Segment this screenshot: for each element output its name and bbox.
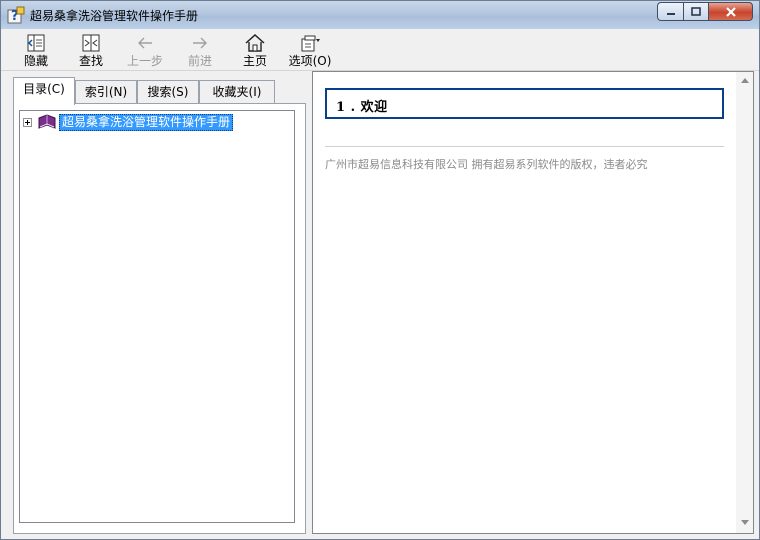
tab-index[interactable]: 索引(N)	[75, 80, 137, 104]
find-label: 查找	[78, 54, 103, 68]
hide-button[interactable]: 隐藏	[11, 33, 61, 69]
window-title: 超易桑拿洗浴管理软件操作手册	[30, 9, 199, 23]
back-label: 上一步	[126, 54, 163, 68]
title-bar[interactable]: ? 超易桑拿洗浴管理软件操作手册	[1, 1, 759, 29]
back-button[interactable]: 上一步	[120, 33, 170, 69]
help-window: ? 超易桑拿洗浴管理软件操作手册 隐藏 查找 上一步 前进 主页 选项(O) 目…	[0, 0, 760, 540]
tab-contents[interactable]: 目录(C)	[13, 77, 75, 105]
forward-label: 前进	[187, 54, 212, 68]
book-icon	[38, 114, 56, 129]
navigation-pane: 目录(C) 索引(N) 搜索(S) 收藏夹(I) 超易桑拿洗浴管理软件操作手册	[7, 73, 306, 534]
maximize-button[interactable]	[683, 2, 708, 21]
help-app-icon[interactable]: ?	[7, 6, 25, 24]
options-icon	[301, 35, 320, 52]
find-icon	[82, 34, 100, 52]
minimize-button[interactable]	[657, 2, 683, 21]
contents-tab-panel: 超易桑拿洗浴管理软件操作手册	[13, 103, 306, 534]
caption-buttons	[657, 2, 753, 21]
topic-heading: 1 . 欢迎	[336, 100, 388, 115]
hide-label: 隐藏	[23, 54, 48, 68]
tree-item-label[interactable]: 超易桑拿洗浴管理软件操作手册	[59, 113, 234, 131]
home-button[interactable]: 主页	[230, 33, 280, 69]
scroll-up-icon[interactable]	[741, 78, 749, 83]
copyright-text: 广州市超易信息科技有限公司 拥有超易系列软件的版权，违者必究	[325, 158, 648, 171]
minimize-icon	[666, 12, 675, 15]
find-button[interactable]: 查找	[66, 33, 116, 69]
toolbar: 隐藏 查找 上一步 前进 主页 选项(O)	[1, 29, 759, 71]
expand-icon[interactable]	[23, 117, 32, 127]
maximize-icon	[691, 6, 701, 16]
topic-content: 1 . 欢迎 广州市超易信息科技有限公司 拥有超易系列软件的版权，违者必究	[312, 71, 754, 534]
contents-tree[interactable]: 超易桑拿洗浴管理软件操作手册	[19, 110, 295, 523]
home-label: 主页	[242, 54, 267, 68]
close-button[interactable]	[708, 2, 753, 21]
options-button[interactable]: 选项(O)	[285, 33, 335, 69]
tree-item[interactable]: 超易桑拿洗浴管理软件操作手册	[23, 113, 234, 131]
hide-pane-icon	[27, 34, 45, 52]
scroll-down-icon[interactable]	[741, 520, 749, 525]
topic-heading-box: 1 . 欢迎	[325, 88, 724, 119]
tab-favorites[interactable]: 收藏夹(I)	[199, 80, 275, 104]
close-icon	[725, 6, 736, 17]
home-icon	[245, 33, 265, 52]
back-arrow-icon	[138, 37, 152, 49]
divider	[325, 146, 724, 147]
options-label: 选项(O)	[288, 54, 332, 68]
vertical-scrollbar[interactable]	[736, 72, 753, 533]
forward-button[interactable]: 前进	[175, 33, 225, 69]
tab-search[interactable]: 搜索(S)	[137, 80, 199, 104]
forward-arrow-icon	[193, 37, 207, 49]
